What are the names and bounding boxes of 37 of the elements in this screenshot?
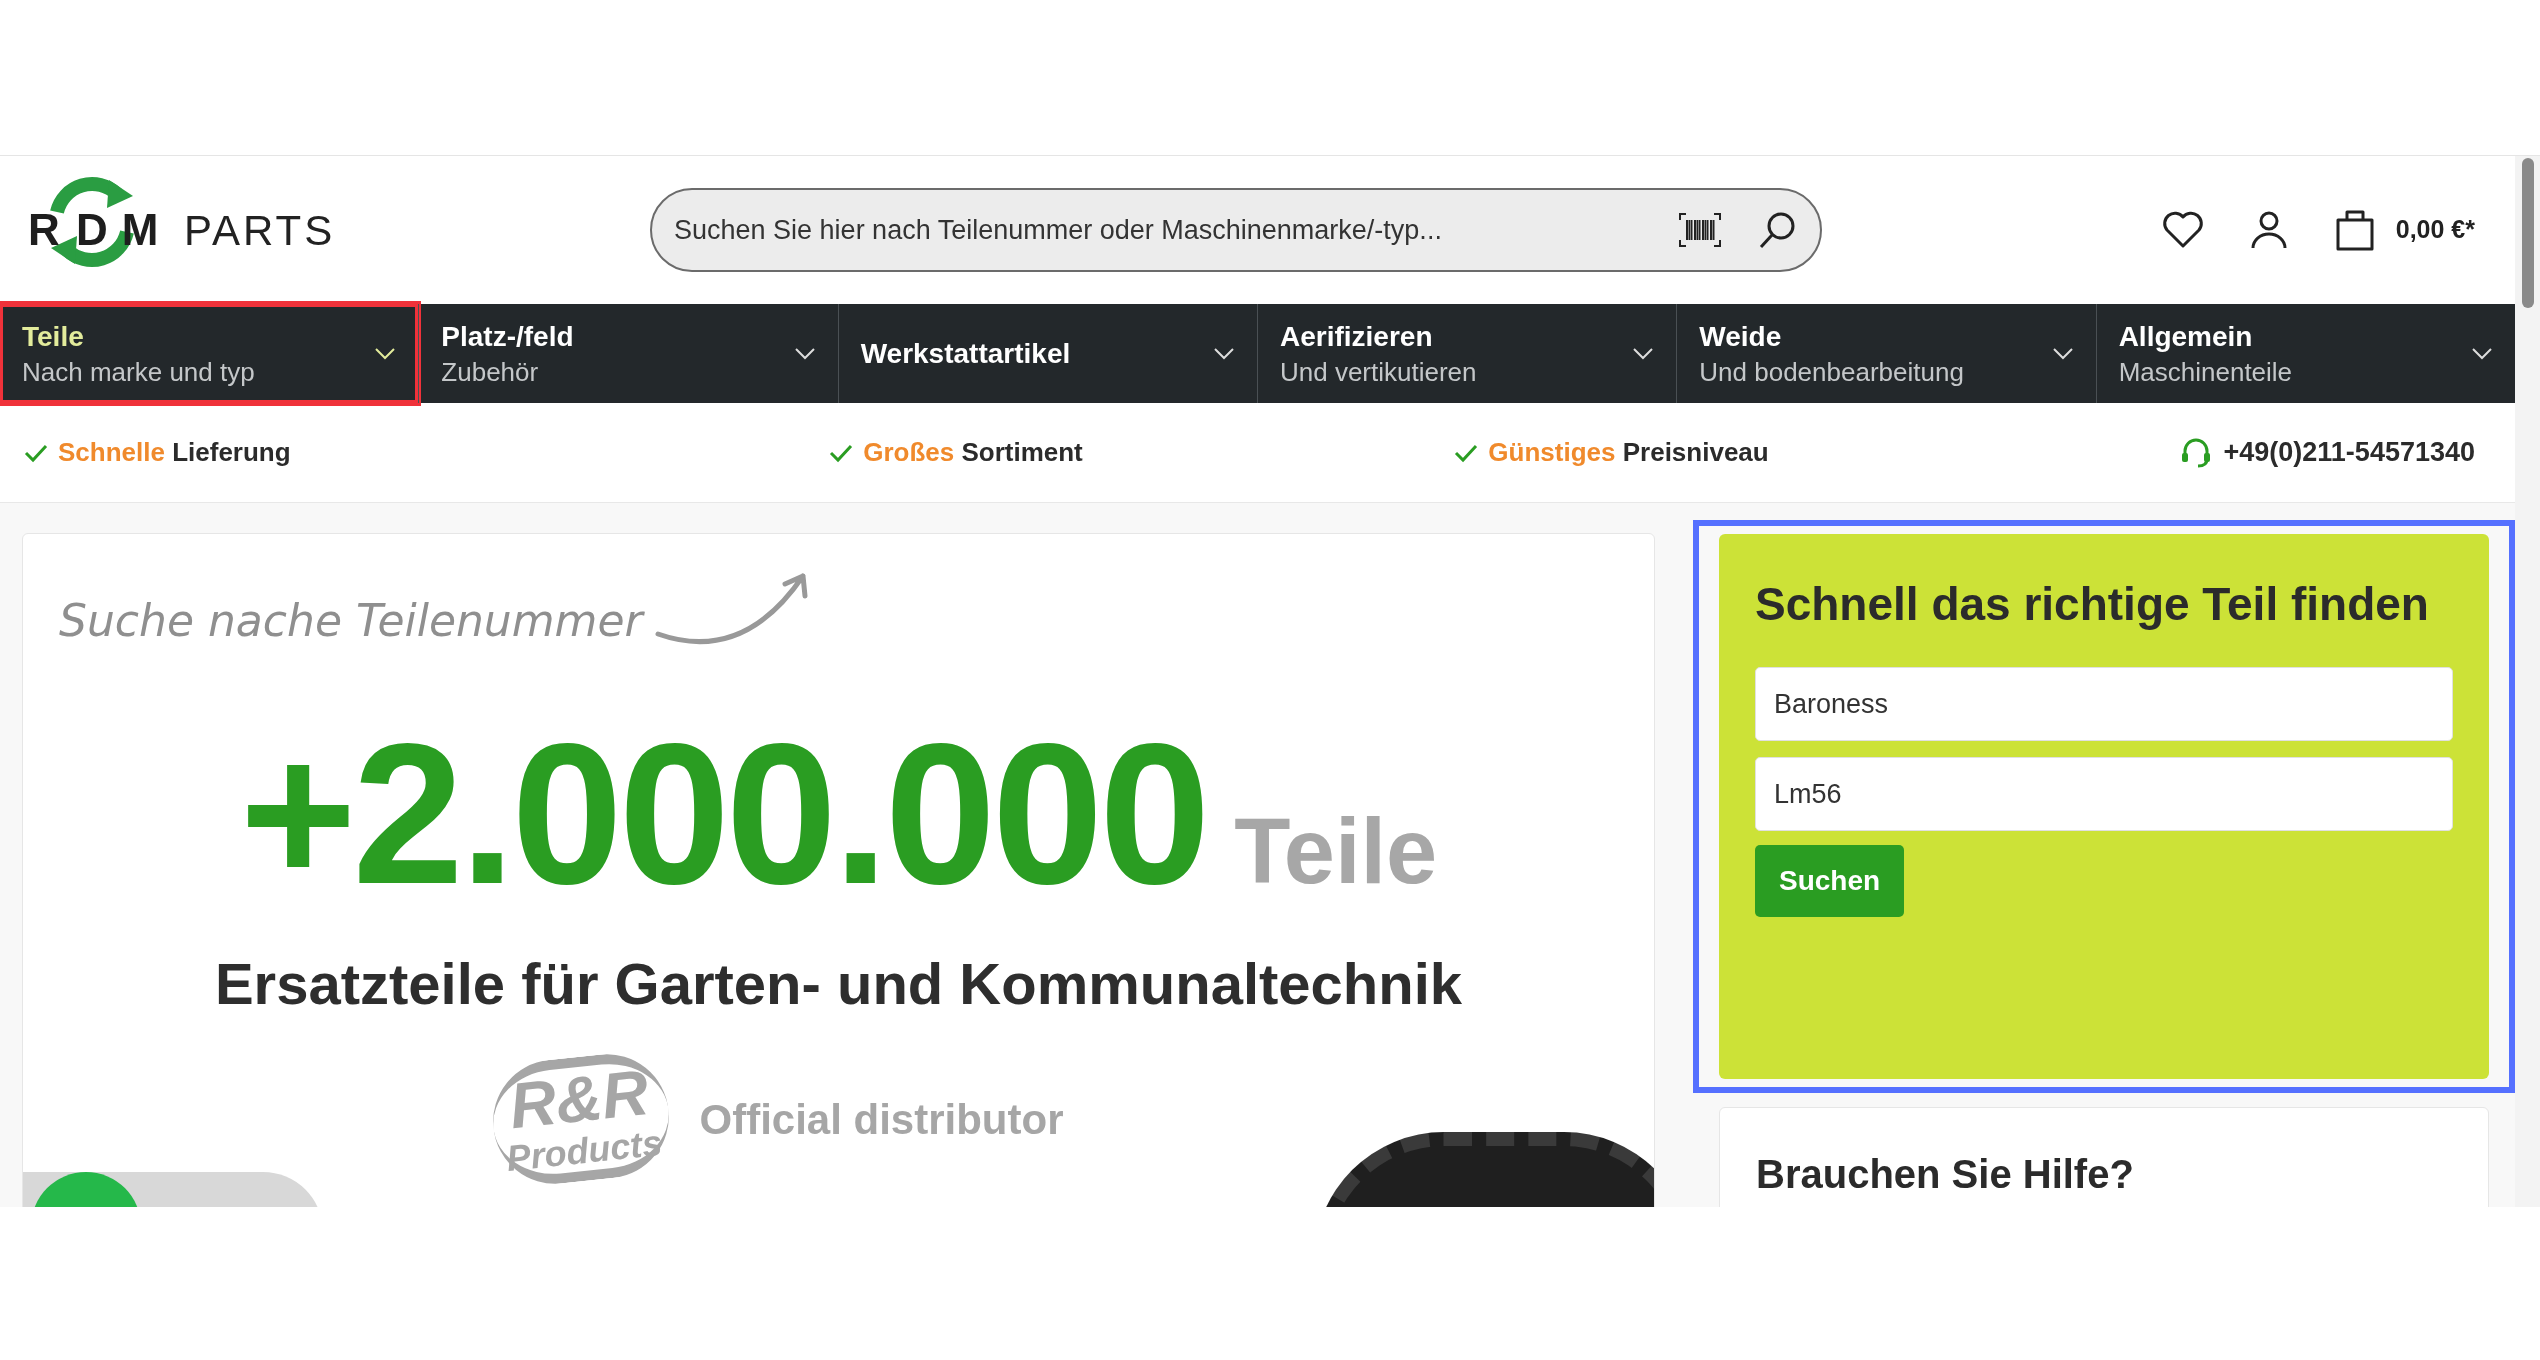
banner-tagline: Ersatzteile für Garten- und Kommunaltechnik	[214, 950, 1463, 1018]
cart-total[interactable]: 0,00 €*	[2395, 211, 2475, 249]
brand-logo: R&R Products	[487, 1048, 676, 1190]
chevron-down-icon	[2051, 346, 2074, 361]
chevron-down-icon	[1632, 346, 1655, 361]
search-button[interactable]: Suchen	[1755, 845, 1905, 917]
parts-count: +2.000.000	[239, 714, 1207, 914]
input-field[interactable]: Baroness	[1755, 667, 2453, 741]
parts-unit: Teile	[1234, 799, 1438, 904]
logo-letter: M	[120, 204, 160, 256]
heart-icon[interactable]	[2161, 211, 2204, 249]
distributor-note: Official distributor	[699, 1094, 1064, 1145]
chevron-down-icon	[793, 346, 816, 361]
help-title: Brauchen Sie Hilfe?	[1756, 1152, 2134, 1196]
input-field[interactable]: Lm56	[1755, 757, 2453, 831]
check-icon	[24, 442, 48, 463]
search-field[interactable]: Suchen Sie hier nach Teilenummer oder Maschinenmarke/-typ...	[650, 188, 1822, 272]
logo-wordmark: PARTS	[184, 205, 336, 256]
check-icon	[829, 442, 854, 463]
logo-letter: D	[75, 204, 109, 256]
chevron-down-icon	[1213, 346, 1235, 361]
nav-menu-item[interactable]: Teile Nach marke und typ	[0, 304, 419, 403]
headset-icon	[2179, 436, 2212, 469]
handwritten-caption: Suche nache Teilenummer	[59, 594, 643, 648]
part-finder-title: Schnell das richtige Teil finden	[1755, 577, 2430, 632]
scrollbar-thumb[interactable]	[2521, 158, 2534, 308]
phone-number[interactable]: +49(0)211-54571340	[2223, 432, 2475, 473]
feature-text: Großes Sortiment	[863, 436, 1083, 469]
feature-text: Schnelle Lieferung	[58, 436, 291, 469]
logo-letter: R	[27, 204, 61, 256]
search-input[interactable]: Suchen Sie hier nach Teilenummer oder Maschinenmarke/-typ...	[674, 209, 1662, 251]
barcode-icon[interactable]	[1678, 212, 1722, 248]
feature-text: Günstiges Preisniveau	[1488, 436, 1769, 469]
user-icon[interactable]	[2249, 210, 2288, 250]
chevron-down-icon	[2470, 346, 2493, 361]
chevron-down-icon	[374, 346, 397, 361]
check-icon	[1454, 442, 1479, 463]
